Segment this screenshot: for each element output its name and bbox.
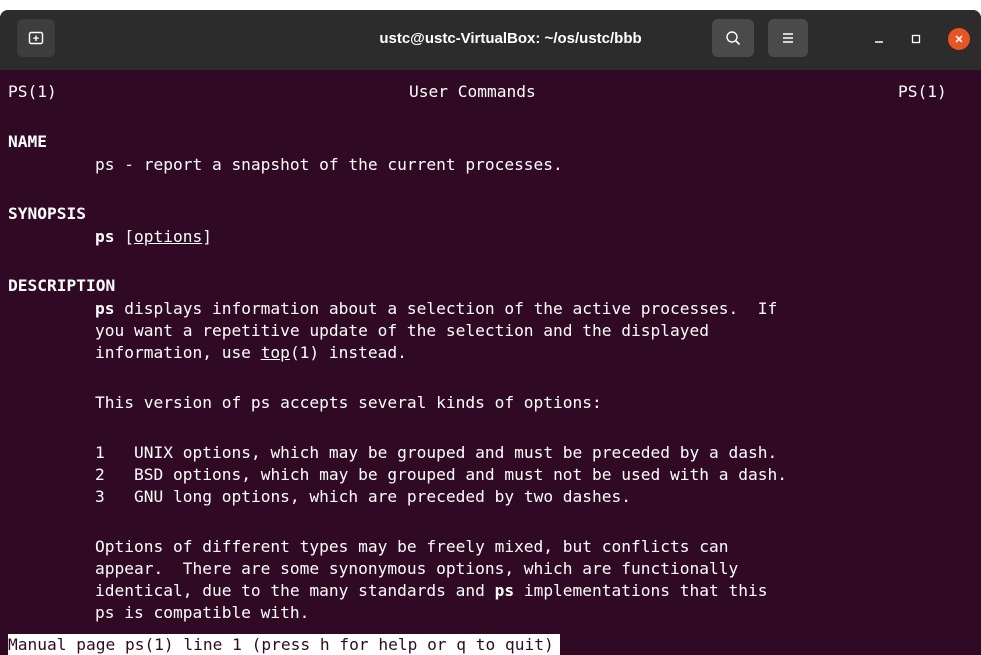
synopsis-heading: SYNOPSIS (8, 204, 86, 223)
man-header-left: PS(1) (8, 82, 57, 101)
terminal-window: ustc@ustc-VirtualBox: ~/os/ustc/bbb PS(1… (0, 10, 981, 655)
man-page-content[interactable]: PS(1) User Commands PS(1) NAME ps - repo… (0, 70, 981, 655)
list-text: BSD options, which may be grouped and mu… (134, 465, 787, 484)
list-number: 1 (95, 443, 105, 462)
list-number: 3 (95, 487, 105, 506)
description-line-1: ps displays information about a selectio… (95, 298, 777, 320)
search-button[interactable] (712, 19, 754, 57)
description-line-1-text: displays information about a selection o… (114, 299, 778, 318)
hamburger-menu-icon (783, 33, 793, 43)
description-line-2: you want a repetitive update of the sele… (95, 321, 709, 340)
man-header-right: PS(1) (898, 82, 947, 101)
list-number: 2 (95, 465, 105, 484)
list-text: GNU long options, which are preceded by … (134, 487, 632, 506)
description-line-3-pre: information, use (95, 343, 261, 362)
description-line-7-post: implementations that this (514, 581, 768, 600)
synopsis-command: ps (95, 227, 115, 246)
list-item: 2 BSD options, which may be grouped and … (95, 464, 787, 486)
search-icon (726, 31, 741, 46)
description-command-2: ps (494, 581, 515, 600)
synopsis-line: ps [options] (95, 226, 212, 248)
list-item: 3 GNU long options, which are preceded b… (95, 486, 631, 508)
description-line-6: appear. There are some synonymous option… (95, 559, 739, 578)
list-item: 1 UNIX options, which may be grouped and… (95, 442, 777, 464)
description-line-7-pre: identical, due to the many standards and (95, 581, 495, 600)
list-text: UNIX options, which may be grouped and m… (134, 443, 778, 462)
name-text: ps - report a snapshot of the current pr… (95, 155, 563, 174)
new-tab-button[interactable] (17, 19, 55, 57)
close-icon (955, 35, 963, 43)
name-heading: NAME (8, 132, 47, 151)
titlebar: ustc@ustc-VirtualBox: ~/os/ustc/bbb (0, 10, 981, 70)
minimize-button[interactable] (868, 28, 890, 50)
top-link: top (260, 343, 290, 362)
description-line-3-post: (1) instead. (289, 343, 407, 362)
description-line-3: information, use top(1) instead. (95, 342, 407, 364)
new-tab-icon (28, 31, 44, 45)
description-command: ps (95, 299, 115, 318)
synopsis-bracket-close: ] (202, 227, 212, 246)
synopsis-options: options (134, 227, 203, 246)
maximize-icon (911, 34, 921, 44)
description-line-8: ps is compatible with. (95, 603, 310, 622)
maximize-button[interactable] (905, 28, 927, 50)
description-line-7: identical, due to the many standards and… (95, 580, 767, 602)
description-line-4: This version of ps accepts several kinds… (95, 393, 602, 412)
description-line-5: Options of different types may be freely… (95, 537, 729, 556)
close-button[interactable] (948, 28, 970, 50)
pager-status-line: Manual page ps(1) line 1 (press h for he… (8, 634, 560, 655)
description-heading: DESCRIPTION (8, 276, 116, 295)
synopsis-bracket-open: [ (124, 227, 134, 246)
menu-button[interactable] (768, 19, 808, 57)
window-title: ustc@ustc-VirtualBox: ~/os/ustc/bbb (379, 30, 642, 47)
man-header-center: User Commands (409, 82, 536, 101)
minimize-icon (875, 41, 883, 43)
